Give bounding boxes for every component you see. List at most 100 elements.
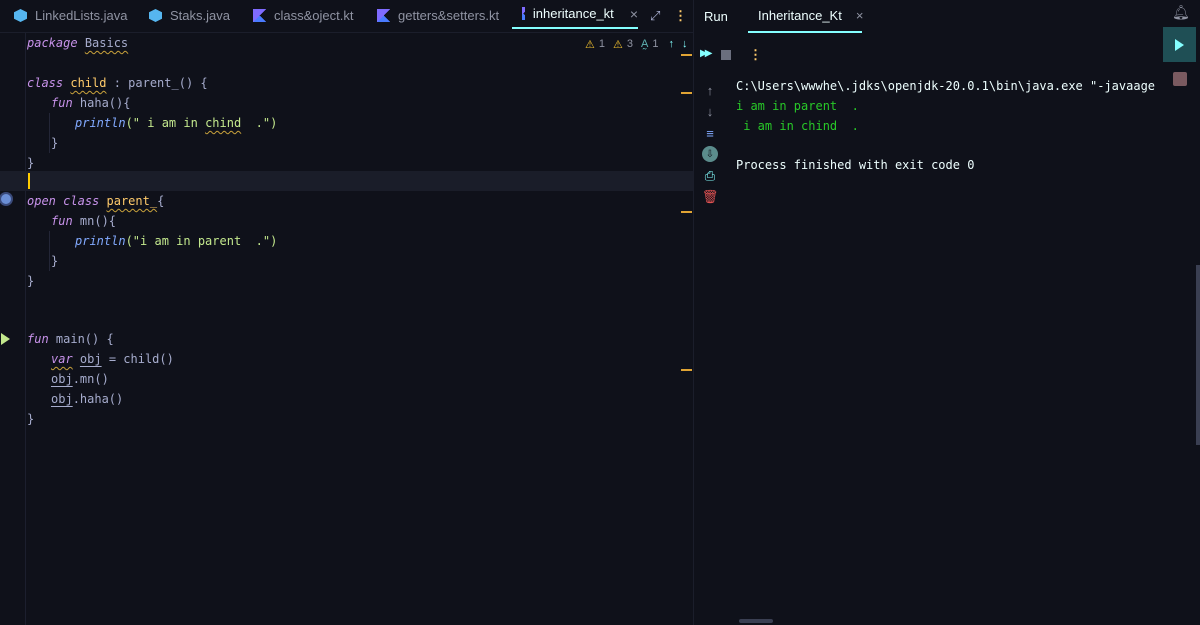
kotlin-icon bbox=[522, 7, 525, 20]
code-line-19: obj.haha() bbox=[51, 389, 123, 409]
keyword: fun bbox=[51, 96, 73, 110]
code-text: .haha() bbox=[72, 392, 124, 406]
run-config-tab[interactable]: Inheritance_Kt × bbox=[748, 0, 864, 33]
variable: obj bbox=[51, 372, 73, 386]
run-tab-label: Inheritance_Kt bbox=[758, 8, 842, 23]
code-line-18: obj.mn() bbox=[51, 369, 109, 389]
code-line-4: fun haha(){ bbox=[51, 93, 130, 113]
code-line-10: fun mn(){ bbox=[51, 211, 116, 231]
tab-label: Staks.java bbox=[170, 8, 230, 23]
run-panel-title: Run bbox=[704, 9, 728, 24]
java-class-icon bbox=[14, 9, 27, 22]
arrow-up-icon[interactable]: ↑ bbox=[702, 82, 718, 98]
class-name: parent_ bbox=[106, 194, 158, 208]
error-stripe-mark[interactable] bbox=[681, 92, 692, 94]
error-stripe-mark[interactable] bbox=[681, 211, 692, 213]
current-line-highlight bbox=[0, 171, 693, 191]
code-line-13: } bbox=[27, 274, 35, 288]
code-line-9: open class parent_{ bbox=[27, 191, 164, 211]
run-tool-window-button[interactable] bbox=[1163, 27, 1196, 62]
keyword: fun bbox=[51, 214, 73, 228]
print-icon[interactable]: ⎙ bbox=[702, 168, 718, 184]
code-text: : parent_() { bbox=[106, 76, 208, 90]
code-text: mn(){ bbox=[72, 214, 117, 228]
console-output-line: i am in parent . bbox=[736, 99, 859, 113]
kotlin-icon bbox=[377, 9, 390, 22]
tab-label: inheritance_kt bbox=[532, 6, 614, 21]
soft-wrap-icon[interactable]: ≡ bbox=[702, 125, 718, 141]
tab-label: getters&setters.kt bbox=[398, 8, 500, 23]
function-call: println bbox=[75, 234, 126, 248]
code-line-20: } bbox=[27, 412, 35, 426]
code-text: haha(){ bbox=[72, 96, 131, 110]
typo-icon: A̰ bbox=[641, 38, 649, 50]
keyword: fun bbox=[27, 332, 49, 346]
code-text: main() { bbox=[48, 332, 114, 346]
weak-warning-count: 3 bbox=[626, 38, 633, 50]
class-name: child bbox=[70, 76, 107, 90]
keyword: class bbox=[63, 194, 100, 208]
kotlin-icon bbox=[253, 9, 266, 22]
code-line-16: fun main() { bbox=[27, 329, 114, 349]
code-line-3: class child : parent_() { bbox=[27, 73, 208, 93]
string-literal: (" i am in bbox=[125, 116, 206, 130]
keyword: package bbox=[27, 36, 78, 50]
rerun-icon[interactable]: ▶▶ bbox=[700, 48, 713, 59]
arrow-up-icon[interactable]: ↑ bbox=[668, 38, 674, 50]
tab-linkedlists[interactable]: LinkedLists.java bbox=[14, 0, 128, 31]
tab-label: LinkedLists.java bbox=[35, 8, 128, 23]
run-gutter-icon[interactable] bbox=[1, 333, 10, 345]
warning-icon: ⚠ bbox=[585, 38, 595, 51]
typo-count: 1 bbox=[652, 38, 659, 50]
tab-class-object[interactable]: class&oject.kt bbox=[253, 0, 353, 31]
code-text: { bbox=[157, 194, 165, 208]
vertical-scrollbar[interactable] bbox=[1196, 265, 1200, 445]
code-line-12: } bbox=[51, 254, 59, 268]
code-line-17: var obj = child() bbox=[51, 349, 174, 369]
run-icon bbox=[1175, 38, 1184, 51]
variable: obj bbox=[51, 392, 73, 406]
indent-guide bbox=[49, 113, 50, 153]
stop-icon[interactable] bbox=[721, 50, 731, 60]
keyword: var bbox=[51, 352, 73, 366]
scroll-to-end-icon[interactable]: ⇩ bbox=[702, 146, 718, 162]
more-options-icon[interactable]: ⋮ bbox=[674, 0, 687, 31]
arrow-down-icon[interactable]: ↓ bbox=[702, 103, 718, 119]
trash-icon[interactable]: 🗑︎ bbox=[702, 189, 719, 205]
code-line-11: println("i am in parent .") bbox=[75, 231, 277, 251]
maximize-icon[interactable]: ⤢ bbox=[650, 0, 660, 31]
weak-warning-icon: ⚠ bbox=[613, 38, 623, 51]
tab-getters-setters[interactable]: getters&setters.kt bbox=[377, 0, 499, 31]
package-name: Basics bbox=[84, 36, 129, 50]
keyword: open bbox=[27, 194, 56, 208]
gutter-border bbox=[25, 33, 26, 625]
tab-staks[interactable]: Staks.java bbox=[149, 0, 230, 31]
warning-count: 1 bbox=[598, 38, 605, 50]
code-line-6: } bbox=[51, 136, 59, 150]
error-stripe-mark[interactable] bbox=[681, 369, 692, 371]
code-line-7: } bbox=[27, 156, 35, 170]
code-line-1: package Basics bbox=[27, 33, 128, 53]
function-call: println bbox=[75, 116, 126, 130]
inspections-widget[interactable]: ⚠ 1 ⚠ 3 A̰ 1 ↑ ↓ bbox=[585, 36, 687, 52]
tab-label: class&oject.kt bbox=[274, 8, 354, 23]
close-icon[interactable]: × bbox=[630, 6, 638, 22]
string-literal: chind bbox=[205, 116, 242, 130]
panel-divider[interactable] bbox=[693, 0, 694, 625]
java-class-icon bbox=[149, 9, 162, 22]
string-literal: ("i am in parent .") bbox=[125, 234, 278, 248]
close-icon[interactable]: × bbox=[856, 8, 864, 23]
editor-tab-bar: LinkedLists.java Staks.java class&oject.… bbox=[0, 0, 693, 33]
string-literal: .") bbox=[241, 116, 278, 130]
notifications-icon[interactable]: 🔔︎ bbox=[1172, 4, 1190, 21]
horizontal-scrollbar[interactable] bbox=[739, 619, 773, 623]
database-icon[interactable] bbox=[1173, 72, 1187, 86]
more-options-icon[interactable]: ⋮ bbox=[749, 47, 762, 63]
implemented-icon[interactable] bbox=[1, 194, 11, 204]
tab-inheritance[interactable]: inheritance_kt × bbox=[512, 0, 638, 29]
console-command-line: C:\Users\wwwhe\.jdks\openjdk-20.0.1\bin\… bbox=[736, 79, 1156, 93]
console-exit-line: Process finished with exit code 0 bbox=[736, 158, 975, 172]
code-text: .mn() bbox=[72, 372, 109, 386]
arrow-down-icon[interactable]: ↓ bbox=[682, 38, 688, 50]
error-stripe-mark[interactable] bbox=[681, 54, 692, 56]
